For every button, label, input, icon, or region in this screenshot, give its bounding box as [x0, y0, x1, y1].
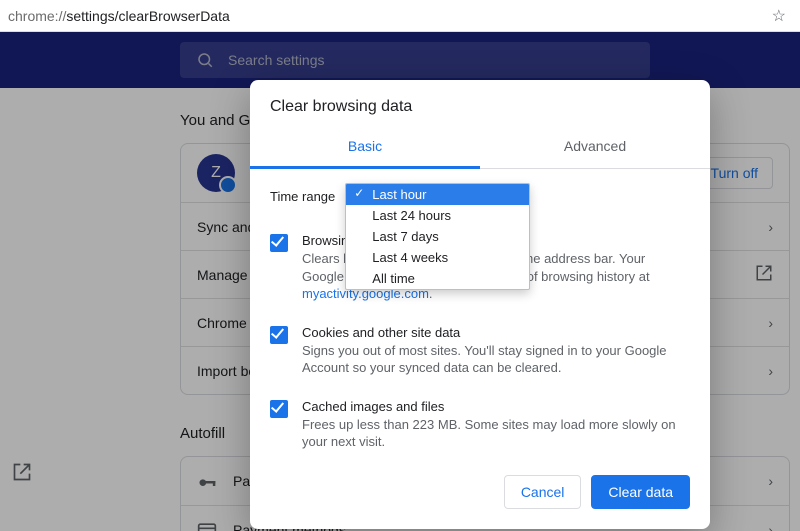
url-host: settings — [66, 8, 114, 24]
time-range-dropdown[interactable]: Last hour Last 24 hours Last 7 days Last… — [345, 183, 530, 290]
clear-data-button[interactable]: Clear data — [591, 475, 690, 509]
cookies-desc: Signs you out of most sites. You'll stay… — [302, 342, 690, 377]
dropdown-option-last-24-hours[interactable]: Last 24 hours — [346, 205, 529, 226]
tab-advanced[interactable]: Advanced — [480, 128, 710, 168]
dropdown-option-last-4-weeks[interactable]: Last 4 weeks — [346, 247, 529, 268]
cookies-title: Cookies and other site data — [302, 325, 690, 340]
tab-basic[interactable]: Basic — [250, 128, 480, 169]
dialog-title: Clear browsing data — [250, 80, 710, 128]
url-text: chrome://settings/clearBrowserData — [8, 8, 766, 24]
checkbox-cache[interactable] — [270, 400, 288, 418]
address-bar[interactable]: chrome://settings/clearBrowserData ☆ — [0, 0, 800, 32]
cancel-button[interactable]: Cancel — [504, 475, 582, 509]
dropdown-option-last-hour[interactable]: Last hour — [346, 184, 529, 205]
time-range-label: Time range — [270, 189, 335, 204]
cache-title: Cached images and files — [302, 399, 690, 414]
checkbox-row-cookies: Cookies and other site data Signs you ou… — [270, 317, 690, 391]
checkbox-browsing-history[interactable] — [270, 234, 288, 252]
checkbox-cookies[interactable] — [270, 326, 288, 344]
checkbox-row-cache: Cached images and files Frees up less th… — [270, 391, 690, 465]
clear-browsing-data-dialog: Clear browsing data Basic Advanced Time … — [250, 80, 710, 529]
dropdown-option-all-time[interactable]: All time — [346, 268, 529, 289]
dropdown-option-last-7-days[interactable]: Last 7 days — [346, 226, 529, 247]
dialog-tabs: Basic Advanced — [250, 128, 710, 169]
url-path: /clearBrowserData — [115, 8, 230, 24]
url-scheme: chrome:// — [8, 8, 66, 24]
bookmark-star-icon[interactable]: ☆ — [766, 6, 792, 26]
cache-desc: Frees up less than 223 MB. Some sites ma… — [302, 416, 690, 451]
